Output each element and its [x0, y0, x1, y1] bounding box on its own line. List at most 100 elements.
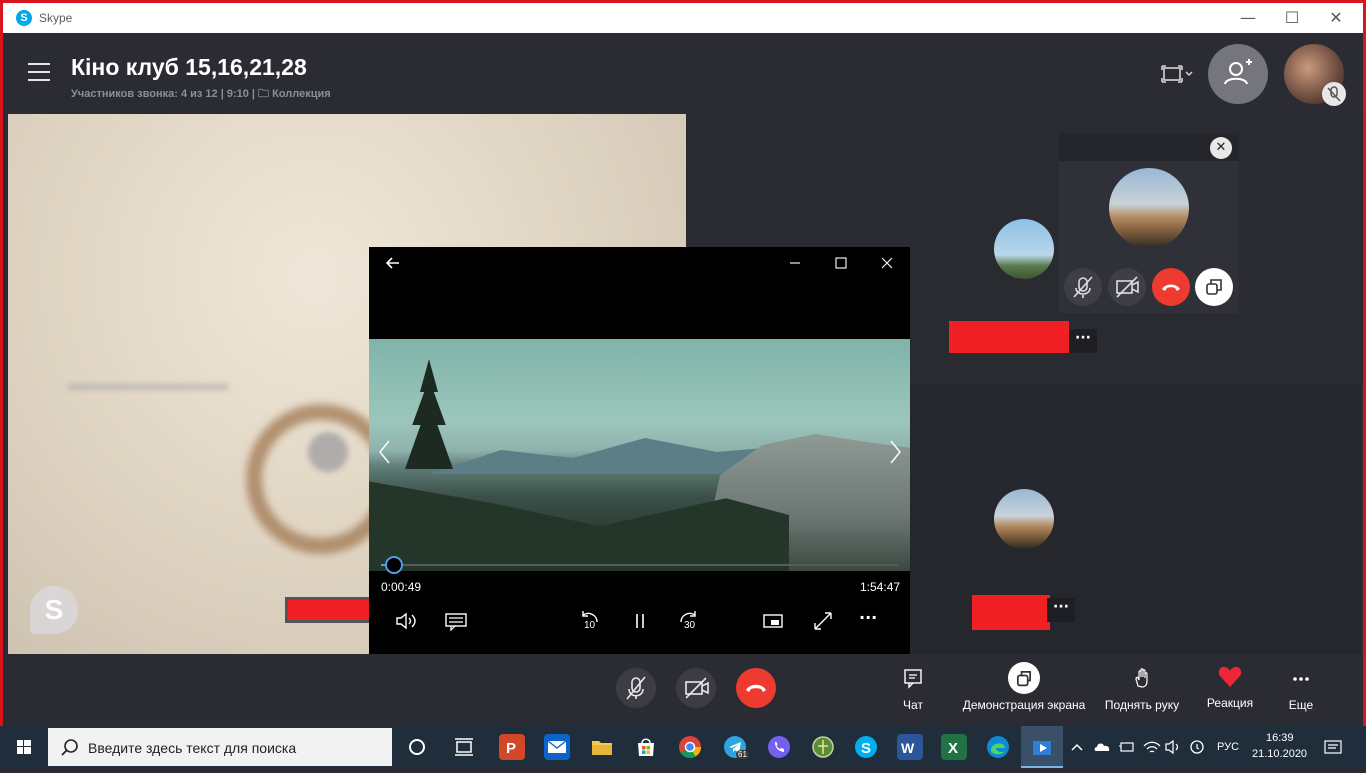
- video-blur-shape: [308, 432, 348, 472]
- player-titlebar[interactable]: [369, 247, 910, 279]
- svg-text:X: X: [948, 740, 958, 757]
- seek-bar-track[interactable]: [381, 564, 898, 566]
- back-button[interactable]: [383, 253, 403, 273]
- onedrive-icon[interactable]: [1092, 734, 1114, 760]
- hangup-button[interactable]: [736, 668, 776, 708]
- menu-icon[interactable]: [28, 63, 50, 81]
- hand-icon: [1135, 668, 1148, 688]
- search-placeholder: Введите здесь текст для поиска: [88, 740, 297, 756]
- mini-call-close-button[interactable]: ✕: [1210, 137, 1232, 159]
- search-icon: [61, 739, 78, 756]
- tray-clock-time[interactable]: 16:39: [1266, 732, 1294, 744]
- share-screen-button[interactable]: Демонстрация экрана: [960, 662, 1088, 716]
- mini-hangup-button[interactable]: [1152, 268, 1190, 306]
- player-minimize-button[interactable]: [772, 247, 818, 279]
- pause-button[interactable]: [626, 609, 654, 633]
- player-close-button[interactable]: [864, 247, 910, 279]
- svg-text:W: W: [901, 740, 915, 756]
- tray-clock-date[interactable]: 21.10.2020: [1252, 748, 1307, 760]
- excel-icon[interactable]: X: [941, 734, 967, 760]
- word-icon[interactable]: W: [897, 734, 923, 760]
- chrome-icon[interactable]: [677, 734, 703, 760]
- viber-icon[interactable]: [766, 734, 792, 760]
- chat-button[interactable]: Чат: [853, 666, 973, 716]
- self-avatar[interactable]: [1284, 44, 1346, 106]
- mini-view-button[interactable]: [759, 609, 787, 633]
- layout-icon: [1161, 65, 1193, 83]
- skip-back-button[interactable]: 10: [575, 609, 603, 633]
- call-subtitle[interactable]: Участников звонка: 4 из 12 | 9:10 | 🗀 Ко…: [71, 85, 331, 104]
- mini-call-avatar: [1109, 168, 1189, 248]
- call-header: Кіно клуб 15,16,21,28 Участников звонка:…: [8, 33, 1361, 114]
- powerpoint-icon[interactable]: P: [499, 734, 525, 760]
- fullscreen-icon: [814, 612, 832, 630]
- mini-mic-button[interactable]: [1064, 268, 1102, 306]
- windows-taskbar: Введите здесь текст для поиска P 61 S W …: [0, 726, 1366, 768]
- close-icon: [881, 257, 893, 269]
- screen: S Skype — ☐ ✕ Кіно клуб 15,16,21,28 Учас…: [0, 0, 1366, 768]
- video-frame[interactable]: [369, 339, 910, 571]
- add-participant-button[interactable]: [1208, 44, 1268, 104]
- mini-call-window[interactable]: ✕: [1059, 133, 1239, 313]
- current-time: 0:00:49: [381, 580, 422, 594]
- telegram-icon[interactable]: 61: [722, 734, 749, 760]
- media-player-window[interactable]: 0:00:49 1:54:47 10 30 ···: [369, 247, 910, 660]
- window-title: Skype: [39, 11, 73, 25]
- file-explorer-icon[interactable]: [589, 734, 615, 760]
- security-tray-icon[interactable]: [1186, 734, 1208, 760]
- participant-name-redacted: [949, 321, 1069, 353]
- more-dots-icon: [1293, 677, 1309, 681]
- hangup-icon: [746, 684, 766, 692]
- start-button[interactable]: [0, 726, 48, 768]
- participant-more-button[interactable]: ···: [1047, 598, 1075, 622]
- more-options-button[interactable]: Еще: [1241, 666, 1361, 716]
- skip-forward-button[interactable]: 30: [675, 609, 703, 633]
- chevron-left-icon: [379, 440, 390, 464]
- fullscreen-button[interactable]: [809, 609, 837, 633]
- minimize-icon: [790, 262, 800, 264]
- add-person-icon: [1224, 59, 1252, 85]
- picture-in-picture-icon: [763, 614, 783, 628]
- video-scene-shape: [405, 359, 453, 469]
- taskbar-search-box[interactable]: Введите здесь текст для поиска: [48, 728, 392, 766]
- close-button[interactable]: ✕: [1313, 3, 1359, 33]
- participant-avatar: [994, 219, 1054, 279]
- task-view-icon[interactable]: [451, 734, 477, 760]
- volume-button[interactable]: [393, 609, 421, 633]
- battery-icon[interactable]: [1117, 734, 1139, 760]
- participant-more-button[interactable]: ···: [1069, 329, 1097, 353]
- app-icon[interactable]: [810, 734, 836, 760]
- chat-label: Чат: [903, 698, 923, 712]
- subtitles-button[interactable]: [442, 609, 470, 633]
- next-button[interactable]: [885, 437, 905, 467]
- minimize-button[interactable]: —: [1225, 3, 1271, 33]
- camera-button[interactable]: [676, 668, 716, 708]
- mini-call-titlebar[interactable]: ✕: [1059, 133, 1239, 161]
- layout-switch-button[interactable]: [1160, 63, 1194, 85]
- pause-icon: [636, 614, 644, 628]
- previous-button[interactable]: [375, 437, 395, 467]
- movies-tv-icon[interactable]: [1029, 734, 1055, 760]
- player-more-button[interactable]: ···: [859, 609, 887, 633]
- subtitles-icon: [445, 613, 467, 632]
- mini-expand-button[interactable]: [1195, 268, 1233, 306]
- chat-icon: [904, 669, 922, 689]
- notifications-icon[interactable]: [1322, 734, 1344, 760]
- player-maximize-button[interactable]: [818, 247, 864, 279]
- cortana-icon[interactable]: [404, 734, 430, 760]
- wifi-icon[interactable]: [1141, 734, 1163, 760]
- volume-tray-icon[interactable]: [1163, 734, 1185, 760]
- window-titlebar: S Skype — ☐ ✕: [3, 3, 1363, 33]
- mic-button[interactable]: [616, 668, 656, 708]
- skype-taskbar-icon[interactable]: S: [853, 734, 879, 760]
- mail-icon[interactable]: [544, 734, 570, 760]
- seek-bar-thumb[interactable]: [385, 556, 403, 574]
- skype-logo-icon: S: [16, 10, 32, 26]
- call-controls-bar: Чат Демонстрация экрана Поднять руку Реа…: [8, 654, 1361, 722]
- mini-camera-button[interactable]: [1108, 268, 1146, 306]
- edge-icon[interactable]: [985, 734, 1011, 760]
- store-icon[interactable]: [633, 734, 659, 760]
- maximize-button[interactable]: ☐: [1269, 3, 1315, 33]
- tray-chevron-up-icon[interactable]: [1068, 734, 1086, 760]
- language-indicator[interactable]: РУС: [1217, 741, 1239, 753]
